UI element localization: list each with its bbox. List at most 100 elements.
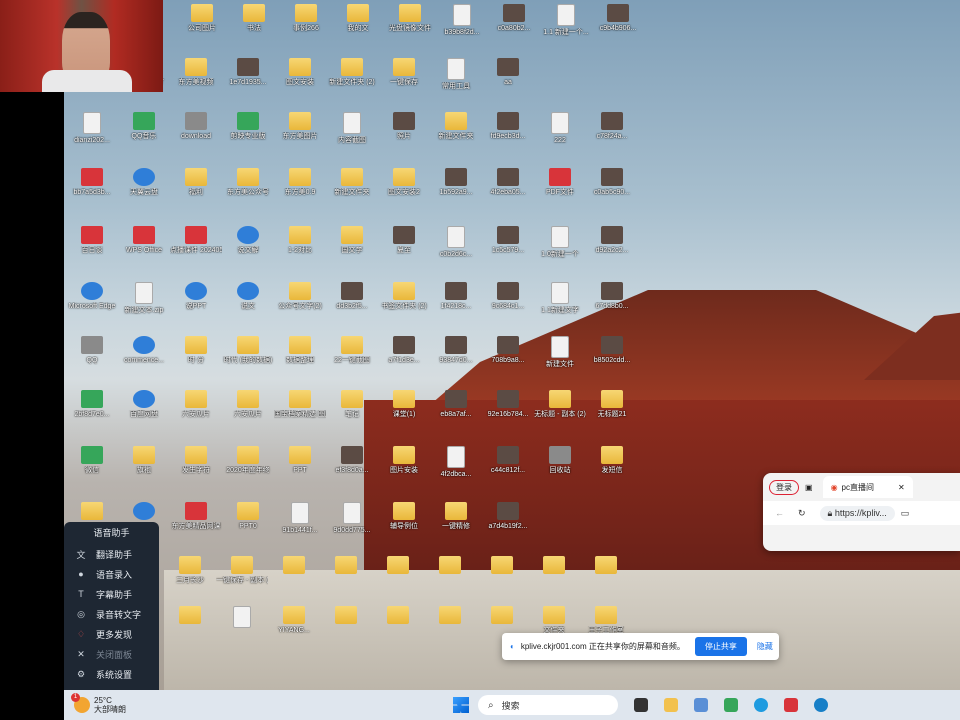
menu-item-record-to-text[interactable]: ◎ 录音转文字 (64, 604, 159, 624)
desktop-icon[interactable]: PPT0 (222, 502, 274, 531)
address-bar[interactable]: 🔒︎ https://kpliv... (819, 505, 895, 521)
desktop-icon[interactable]: download (170, 112, 222, 141)
desktop-icon[interactable]: a7f1d3e... (378, 336, 430, 365)
tab-pc-live[interactable]: ◉ pc直播间 ✕ (822, 476, 913, 498)
desktop-icon[interactable]: 我的文 (332, 4, 384, 33)
desktop-icon[interactable]: eb8a7af... (430, 390, 482, 419)
desktop-icon[interactable]: 图片安装 (378, 446, 430, 475)
desktop-icon[interactable]: 新建文件夹 (326, 168, 378, 197)
desktop-icon[interactable]: dianzi202... (66, 112, 118, 145)
desktop-icon[interactable]: PDF文件 (534, 168, 586, 197)
desktop-icon[interactable] (372, 556, 424, 576)
desktop-icon[interactable]: 图文安装2 (378, 168, 430, 197)
menu-item-discover[interactable]: ♢ 更多发现 (64, 624, 159, 644)
wps-office-icon[interactable] (784, 698, 798, 712)
desktop-icon[interactable]: 回收站 (534, 446, 586, 475)
menu-item-settings[interactable]: ⚙ 系统设置 (64, 664, 159, 684)
desktop[interactable]: 公司图片 书法 事例266 我的文 光盘镜像文件 b39b8f2d... c0a80b2..… (64, 0, 960, 690)
desktop-icon[interactable]: ef3f8d0a... (326, 446, 378, 475)
weather-widget[interactable]: 1 25°C 大部晴朗 (71, 693, 126, 714)
desktop-icon[interactable]: c44c812f... (482, 446, 534, 475)
wechat-icon[interactable] (724, 698, 738, 712)
desktop-icon[interactable] (216, 606, 268, 630)
desktop-icon[interactable]: 课堂(1) (378, 390, 430, 419)
desktop-icon[interactable]: 9c684c1... (482, 282, 534, 311)
desktop-icon[interactable]: 东方美0.9 (274, 168, 326, 197)
desktop-icon[interactable]: c0ab5c90... (586, 168, 638, 197)
desktop-icon[interactable]: 1c5c579... (482, 226, 534, 255)
desktop-icon[interactable]: 一键精修 (430, 502, 482, 531)
cast-icon[interactable]: ▭ (901, 508, 910, 519)
desktop-icon[interactable]: 2020年度年终 (222, 446, 274, 475)
desktop-icon[interactable] (424, 606, 476, 626)
desktop-icon[interactable]: 东方美公众号 (222, 168, 274, 197)
desktop-icon[interactable]: 新建文件 (534, 336, 586, 369)
desktop-icon[interactable]: 笔记 (326, 390, 378, 419)
desktop-icon[interactable]: b39b8f2d... (436, 4, 488, 37)
desktop-icon[interactable]: 无标题 - 副本 (2) (534, 390, 586, 419)
menu-item-translate[interactable]: 文翻译助手 (64, 544, 159, 564)
desktop-icon[interactable]: 内容截图 (326, 112, 378, 145)
desktop-icon[interactable]: 微信 (66, 446, 118, 475)
desktop-icon[interactable]: b8502cdd... (586, 336, 638, 365)
desktop-icon[interactable] (268, 556, 320, 576)
file-explorer-icon[interactable] (664, 698, 678, 712)
desktop-icon[interactable] (424, 556, 476, 576)
reload-icon[interactable]: ↻ (798, 508, 806, 519)
desktop-icon[interactable]: 一键保存 - 副本 (3) (216, 556, 268, 585)
hide-button[interactable]: 隐藏 (757, 641, 773, 652)
desktop-icon[interactable]: 无标题21 (586, 390, 638, 419)
desktop-icon[interactable]: fd9ecb3d... (482, 112, 534, 141)
desktop-icon[interactable]: QQ音乐 (118, 112, 170, 141)
desktop-icon[interactable]: QQ (66, 336, 118, 365)
desktop-icon[interactable] (580, 556, 632, 576)
desktop-icon[interactable]: 92e16b784... (482, 390, 534, 419)
desktop-icon[interactable]: 新建文件夹 (430, 112, 482, 141)
desktop-icon[interactable]: 东方美精品网课 (170, 502, 222, 531)
sidebar-toggle-icon[interactable]: ▣ (805, 483, 813, 492)
desktop-icon[interactable]: 9d0dd775... (326, 502, 378, 535)
desktop-icon[interactable]: 一键保存 (378, 58, 430, 87)
desktop-icon[interactable]: 天翼云盘 (118, 168, 170, 197)
desktop-icon[interactable]: c0b2d6c... (430, 226, 482, 259)
desktop-icon[interactable] (476, 606, 528, 626)
desktop-icon[interactable]: 图文安装 (274, 58, 326, 87)
desktop-icon[interactable]: 说PPT (170, 282, 222, 311)
desktop-icon[interactable]: 文件夹 (528, 606, 580, 635)
desktop-icon[interactable]: 百度网盘 (118, 390, 170, 419)
desktop-icon[interactable]: 1.1 新建一个... (540, 4, 592, 37)
desktop-icon[interactable]: 旗袍 (118, 446, 170, 475)
taskbar-search[interactable]: ⌕ 搜索 (478, 695, 618, 715)
desktop-icon[interactable]: 时·分 (170, 336, 222, 365)
desktop-icon[interactable]: 书签文件夹 (2) (378, 282, 430, 311)
edge-active-icon[interactable] (814, 698, 828, 712)
desktop-icon[interactable]: 67dd8b0... (586, 282, 638, 311)
desktop-icon[interactable]: 708b9a8... (482, 336, 534, 365)
tab-close-icon[interactable]: ✕ (898, 483, 905, 492)
desktop-icon[interactable]: bb7a5d3b... (66, 168, 118, 197)
desktop-icon[interactable]: 三月长沙 (164, 556, 216, 585)
desktop-icon[interactable] (320, 606, 372, 626)
desktop-icon[interactable]: 说文解 (222, 226, 274, 255)
desktop-icon[interactable]: c9b4b906... (592, 4, 644, 33)
desktop-icon[interactable]: 时代 (我的数据) (222, 336, 274, 365)
task-view-icon[interactable] (634, 698, 648, 712)
desktop-icon[interactable]: PPT (274, 446, 326, 475)
desktop-icon[interactable]: 22一键截图 (326, 336, 378, 365)
menu-item-voice-input[interactable]: ● 语音录入 (64, 564, 159, 584)
desktop-icon[interactable]: 1f4218c... (430, 282, 482, 311)
desktop-icon[interactable]: 1.1新建文字 (534, 282, 586, 315)
desktop-icon[interactable]: YIYANG... (268, 606, 320, 635)
desktop-icon[interactable]: 数据整理 (274, 336, 326, 365)
desktop-icon[interactable]: 王子工作室 (580, 606, 632, 635)
desktop-icon[interactable]: 六安瓜片 (222, 390, 274, 419)
desktop-icon[interactable]: d92a2c2... (586, 226, 638, 255)
desktop-icon[interactable]: 新建文件夹 (2) (326, 58, 378, 87)
desktop-icon[interactable]: Microsoft Edge (66, 282, 118, 311)
desktop-icon[interactable]: 新建文本.zip (118, 282, 170, 315)
desktop-icon[interactable]: 4f2eba05... (482, 168, 534, 197)
desktop-icon[interactable] (476, 556, 528, 576)
desktop-icon[interactable]: commence... (118, 336, 170, 365)
desktop-icon[interactable]: 夏至 (378, 226, 430, 255)
desktop-icon[interactable]: 百日谈 (66, 226, 118, 255)
